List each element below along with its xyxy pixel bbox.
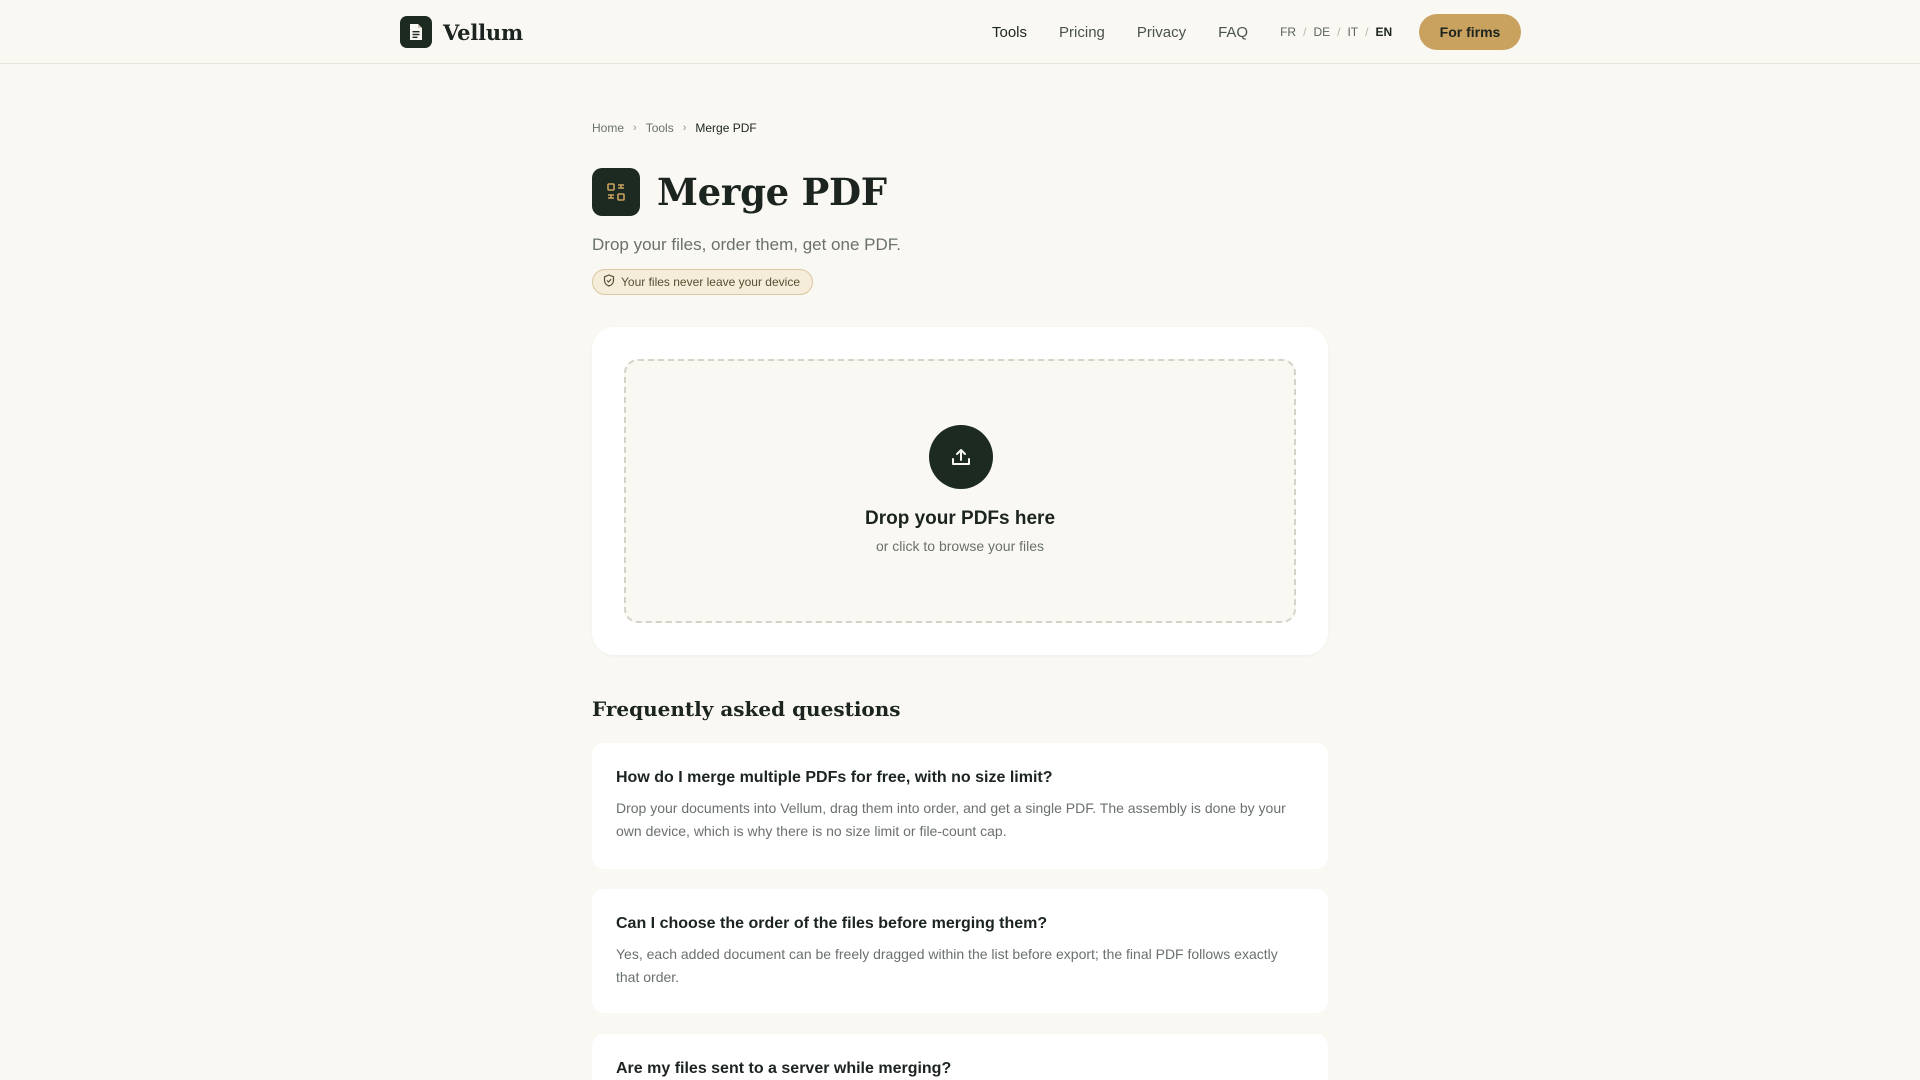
nav-link-pricing[interactable]: Pricing xyxy=(1059,24,1105,41)
language-separator: / xyxy=(1303,25,1307,39)
breadcrumb: Home › Tools › Merge PDF xyxy=(592,121,757,135)
breadcrumb-current: Merge PDF xyxy=(695,121,757,135)
nav-link-tools[interactable]: Tools xyxy=(992,24,1027,41)
language-de[interactable]: DE xyxy=(1313,25,1330,39)
faq-item[interactable]: Can I choose the order of the files befo… xyxy=(592,889,1328,1013)
upload-icon xyxy=(929,425,993,489)
dropzone-title: Drop your PDFs here xyxy=(864,508,1056,529)
top-navigation-bar: Vellum Tools Pricing Privacy FAQ FR / DE… xyxy=(0,0,1920,64)
faq-item[interactable]: Are my files sent to a server while merg… xyxy=(592,1034,1328,1080)
page-subtitle: Drop your files, order them, get one PDF… xyxy=(592,235,901,254)
dropzone-subtitle: or click to browse your files xyxy=(875,538,1045,554)
brand-logo-link[interactable]: Vellum xyxy=(400,16,523,48)
privacy-badge-label: Your files never leave your device xyxy=(621,275,800,289)
language-fr[interactable]: FR xyxy=(1280,25,1296,39)
faq-answer: Drop your documents into Vellum, drag th… xyxy=(616,800,1286,839)
chevron-right-icon: › xyxy=(682,122,687,134)
faq-question: How do I merge multiple PDFs for free, w… xyxy=(616,769,1053,786)
for-firms-button[interactable]: For firms xyxy=(1419,14,1521,50)
merge-icon xyxy=(592,168,640,216)
faq-question: Can I choose the order of the files befo… xyxy=(616,915,1048,932)
pdf-dropzone[interactable]: Drop your PDFs here or click to browse y… xyxy=(624,359,1296,623)
document-icon xyxy=(400,16,432,48)
page-header: Merge PDF xyxy=(592,168,887,216)
language-switcher: FR / DE / IT / EN xyxy=(1280,25,1392,39)
language-it[interactable]: IT xyxy=(1347,25,1358,39)
nav-link-faq[interactable]: FAQ xyxy=(1218,24,1248,41)
breadcrumb-home[interactable]: Home xyxy=(592,121,624,135)
chevron-right-icon: › xyxy=(633,122,637,134)
faq-item[interactable]: How do I merge multiple PDFs for free, w… xyxy=(592,743,1328,869)
breadcrumb-tools[interactable]: Tools xyxy=(646,121,674,135)
upload-card: Drop your PDFs here or click to browse y… xyxy=(592,327,1328,655)
nav-link-privacy[interactable]: Privacy xyxy=(1137,24,1186,41)
brand-name: Vellum xyxy=(443,19,523,45)
main-nav: Tools Pricing Privacy FAQ FR / DE / IT /… xyxy=(992,0,1392,64)
language-separator: / xyxy=(1337,25,1341,39)
shield-check-icon xyxy=(603,274,615,290)
language-en[interactable]: EN xyxy=(1375,25,1392,39)
language-separator: / xyxy=(1365,25,1369,39)
faq-heading: Frequently asked questions xyxy=(592,697,901,721)
privacy-badge: Your files never leave your device xyxy=(592,269,813,295)
faq-answer: Yes, each added document can be freely d… xyxy=(616,946,1278,985)
page-title: Merge PDF xyxy=(657,170,887,214)
faq-question: Are my files sent to a server while merg… xyxy=(616,1060,952,1077)
